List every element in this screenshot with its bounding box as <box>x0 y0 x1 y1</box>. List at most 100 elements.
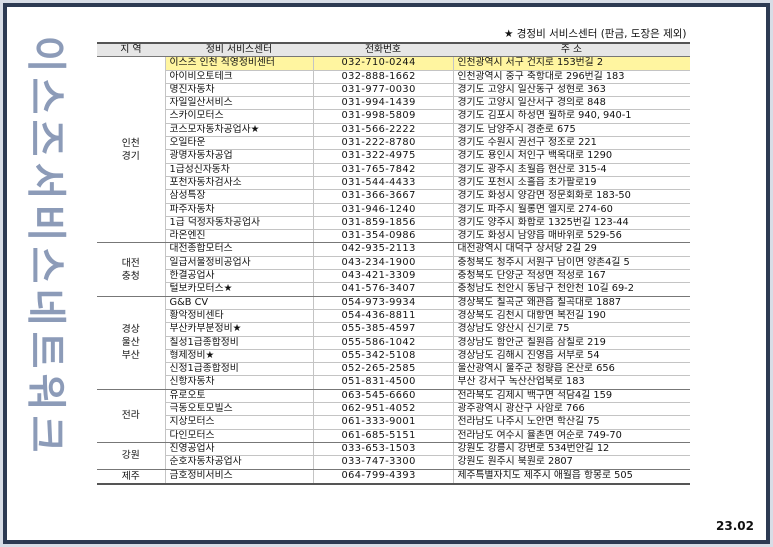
table-row: 일급서울정비공업사 043-234-1900 충청북도 청주시 서원구 남이면 양촌… <box>97 256 690 271</box>
header-address: 주 소 <box>453 42 690 58</box>
center-name-cell: 한결공업사 <box>164 269 313 284</box>
address-cell: 경상북도 김천시 대항면 복전길 190 <box>452 309 690 324</box>
region-label: 경기 <box>121 150 140 162</box>
center-name-cell: 유로오토 <box>164 389 313 404</box>
table-row: 1급 덕정자동차공업사 031-859-1856 경기도 양주시 화합로 1325번… <box>97 216 690 231</box>
center-name-cell: G&B CV <box>164 296 313 310</box>
address-cell: 경기도 파주시 월롱면 엘지로 274-60 <box>452 203 690 217</box>
region-cell: 경상 울산 부산 <box>97 296 165 390</box>
phone-cell: 055-385-4597 <box>312 322 453 337</box>
center-name-cell: 대전종합모터스 <box>164 242 313 257</box>
phone-cell: 031-322-4975 <box>312 149 453 164</box>
phone-cell: 033-653-1503 <box>312 442 453 457</box>
header-center: 정비 서비스센터 <box>165 42 313 58</box>
address-cell: 강원도 강릉시 강변로 534번안길 12 <box>452 442 690 457</box>
phone-cell: 064-799-4393 <box>312 469 453 485</box>
side-title-char: 스 <box>22 77 68 115</box>
side-title-char: 크 <box>22 415 68 453</box>
table-row: 라온엔진 031-354-0986 경기도 화성시 남양읍 매바위로 529-56 <box>97 229 690 244</box>
phone-cell: 063-545-6660 <box>312 389 453 404</box>
phone-cell: 042-935-2113 <box>312 242 453 257</box>
phone-cell: 031-765-7842 <box>312 163 453 177</box>
address-cell: 전라남도 나주시 노안면 학산길 75 <box>452 415 690 430</box>
region-cell: 대전 충청 <box>97 242 165 297</box>
table-row: 아이비오토테크 032-888-1662 인천광역시 중구 축항대로 296번길 1… <box>97 70 690 84</box>
address-cell: 경기도 수원시 권선구 정조로 221 <box>452 136 690 151</box>
table-row: 신정1급종합정비 052-265-2585 울산광역시 울주군 청량읍 온산로 65… <box>97 362 690 377</box>
phone-cell: 043-421-3309 <box>312 269 453 284</box>
table-row: 1급성신자동차 031-765-7842 경기도 광주시 초월읍 현산로 315-4 <box>97 163 690 177</box>
phone-cell: 052-265-2585 <box>312 362 453 377</box>
table-row: 전라 유로오토 063-545-6660 전라북도 김제시 백구면 석담4길 159 <box>97 389 690 443</box>
phone-cell: 033-747-3300 <box>312 455 453 470</box>
address-cell: 부산 강서구 녹산산업북로 183 <box>452 375 690 390</box>
table-row: 한결공업사 043-421-3309 충청북도 단양군 적성면 적성로 167 <box>97 269 690 284</box>
address-cell: 전라남도 여수시 율촌면 여순로 749-70 <box>452 429 690 443</box>
address-cell: 전라북도 김제시 백구면 석담4길 159 <box>452 389 690 404</box>
address-cell: 경상남도 김해시 진영읍 서부로 54 <box>452 349 690 364</box>
center-name-cell: 라온엔진 <box>164 229 313 244</box>
phone-cell: 031-354-0986 <box>312 229 453 244</box>
phone-cell: 032-888-1662 <box>312 70 453 84</box>
region-cell: 강원 <box>97 442 165 470</box>
center-name-cell: 순호자동차공업사 <box>164 455 313 470</box>
side-title-char: 비 <box>22 204 68 242</box>
address-cell: 경기도 화성시 남양읍 매바위로 529-56 <box>452 229 690 244</box>
center-name-cell: 신정1급종합정비 <box>164 362 313 377</box>
side-title-char: 트 <box>22 331 68 368</box>
table-row: 황악정비센타 054-436-8811 경상북도 김천시 대항면 복전길 190 <box>97 309 690 324</box>
address-cell: 인천광역시 서구 건지로 153번길 2 <box>452 56 690 71</box>
table-row: 다인모터스 061-685-5151 전라남도 여수시 율촌면 여순로 749-70 <box>97 429 690 443</box>
center-name-cell: 지상모터스 <box>164 415 313 430</box>
center-name-cell: 칠성1급종합정비 <box>164 336 313 350</box>
region-label: 경상 <box>121 324 140 336</box>
header-phone: 전화번호 <box>313 42 453 58</box>
table-row: 경상 울산 부산 G&B CV 054-973-9934 경상북도 칠곡군 왜관읍 칠곡대… <box>97 296 690 390</box>
side-title: 이스즈서비스네트워크 <box>20 34 70 454</box>
center-name-cell: 일급서울정비공업사 <box>164 256 313 271</box>
address-cell: 경기도 남양주시 경춘로 675 <box>452 123 690 138</box>
address-cell: 울산광역시 울주군 청량읍 온산로 656 <box>452 362 690 377</box>
center-name-cell: 신항자동차 <box>164 375 313 390</box>
table-row: 털보카모터스★ 041-576-3407 충청남도 천안시 동남구 천안천 10길 … <box>97 282 690 297</box>
side-title-char: 스 <box>22 246 68 284</box>
address-cell: 충청북도 단양군 적성면 적성로 167 <box>452 269 690 284</box>
region-label: 강원 <box>121 450 140 462</box>
center-name-cell: 이스즈 인천 직영정비센터 <box>164 56 313 71</box>
center-name-cell: 다인모터스 <box>164 429 313 443</box>
region-label: 인천 <box>121 137 140 149</box>
service-center-table: 지 역 정비 서비스센터 전화번호 주 소 인천 경기 이스즈 인천 직영정비센터 0… <box>97 42 690 485</box>
phone-cell: 031-366-3667 <box>312 189 453 204</box>
address-cell: 광주광역시 광산구 사암로 766 <box>452 402 690 417</box>
table-row: 광명자동차공업 031-322-4975 경기도 용인시 처인구 백옥대로 1290 <box>97 149 690 164</box>
table-row: 부산카부분정비★ 055-385-4597 경상남도 양산시 신기로 75 <box>97 322 690 337</box>
center-name-cell: 스카이모터스 <box>164 109 313 124</box>
region-label: 부산 <box>121 350 140 362</box>
table-row: 형제정비★ 055-342-5108 경상남도 김해시 진영읍 서부로 54 <box>97 349 690 364</box>
side-title-char: 서 <box>22 162 68 200</box>
phone-cell: 041-576-3407 <box>312 282 453 297</box>
revision-date: 23.02 <box>716 519 754 533</box>
phone-cell: 043-234-1900 <box>312 256 453 271</box>
address-cell: 경기도 포천시 소흘읍 초가팔로19 <box>452 176 690 191</box>
phone-cell: 031-859-1856 <box>312 216 453 231</box>
table-row: 오일타운 031-222-8780 경기도 수원시 권선구 정조로 221 <box>97 136 690 151</box>
table-row: 자일일산서비스 031-994-1439 경기도 고양시 일산서구 경의로 848 <box>97 96 690 111</box>
phone-cell: 031-994-1439 <box>312 96 453 111</box>
region-label: 전라 <box>121 410 140 422</box>
center-name-cell: 오일타운 <box>164 136 313 151</box>
address-cell: 경상북도 칠곡군 왜관읍 칠곡대로 1887 <box>452 296 690 310</box>
phone-cell: 051-831-4500 <box>312 375 453 390</box>
table-row: 스카이모터스 031-998-5809 경기도 김포시 하성면 월하로 940, 9… <box>97 109 690 124</box>
table-row: 제주 금호정비서비스 064-799-4393 제주특별자치도 제주시 애월읍 항몽로… <box>97 469 690 485</box>
table-row: 강원 진영공업사 033-653-1503 강원도 강릉시 강변로 534번안길 12 <box>97 442 690 470</box>
table-row: 대전 충청 대전종합모터스 042-935-2113 대전광역시 대덕구 상서당 2길 … <box>97 242 690 297</box>
region-label: 제주 <box>121 470 140 482</box>
table-row: 칠성1급종합정비 055-586-1042 경상남도 함안군 칠원읍 삼칠로 219 <box>97 336 690 350</box>
center-name-cell: 코스모자동차공업사★ <box>164 123 313 138</box>
side-title-char: 즈 <box>22 120 68 157</box>
side-title-char: 네 <box>22 288 68 326</box>
address-cell: 경기도 김포시 하성면 월하로 940, 940-1 <box>452 109 690 124</box>
phone-cell: 061-333-9001 <box>312 415 453 430</box>
center-name-cell: 파주자동차 <box>164 203 313 217</box>
